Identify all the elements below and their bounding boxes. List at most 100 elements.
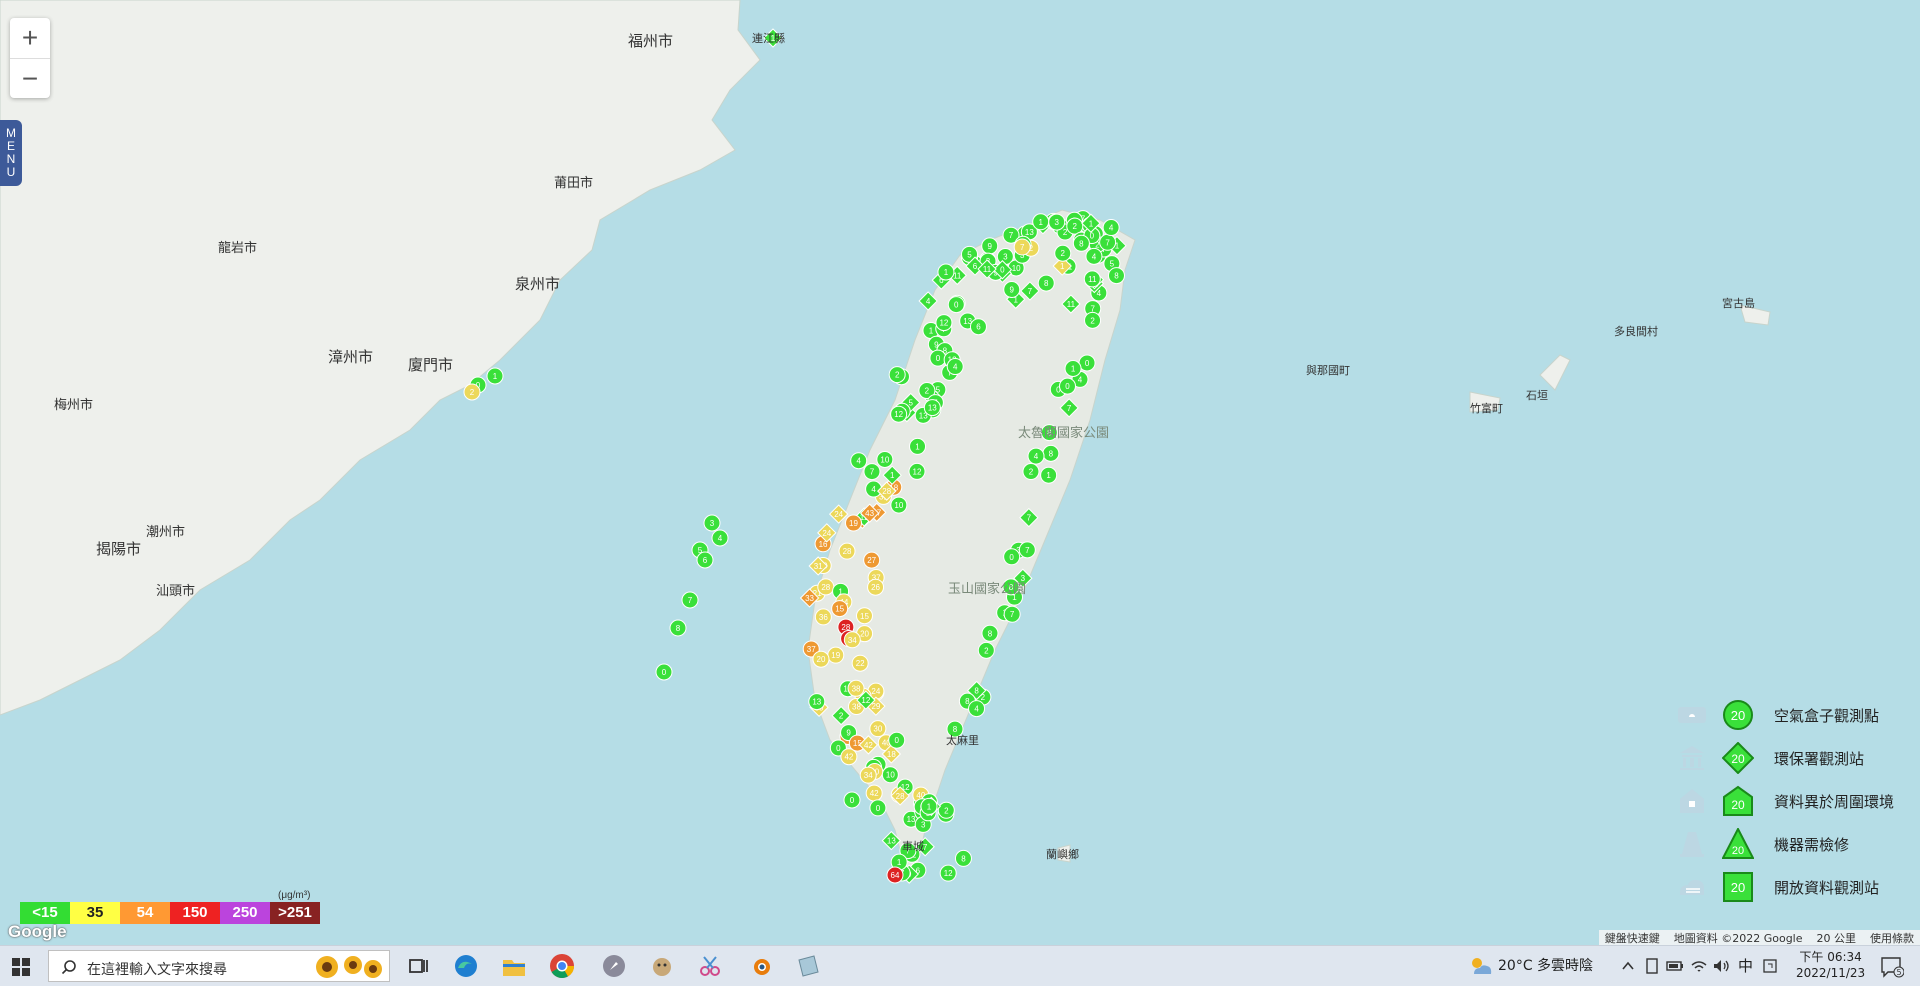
sensor-value: 6 xyxy=(703,556,708,565)
sensor-value: 8 xyxy=(961,854,966,863)
animal-app-icon[interactable] xyxy=(648,952,676,980)
sensor-value: 0 xyxy=(1009,553,1014,562)
menu-label: MENU xyxy=(6,126,16,179)
sensor-value: 64 xyxy=(891,871,900,880)
sensor-value: 0 xyxy=(662,668,667,677)
speaker-icon[interactable] xyxy=(1712,957,1730,975)
sensor-value: 3 xyxy=(1054,218,1059,227)
svg-text:5: 5 xyxy=(1896,968,1901,977)
sensor-value: 2 xyxy=(895,371,900,380)
paper-app-icon[interactable] xyxy=(794,952,822,980)
sensor-value: 20 xyxy=(860,630,869,639)
sensor-value: 4 xyxy=(718,534,723,543)
city-label-xiamen: 廈門市 xyxy=(408,356,454,374)
scale-level-5: >251 xyxy=(270,902,320,924)
zoom-in-button[interactable]: + xyxy=(10,18,50,59)
sensor-value: 12 xyxy=(913,467,922,476)
edge-browser-icon[interactable] xyxy=(452,952,480,980)
sensor-value: 13 xyxy=(928,404,937,413)
clock[interactable]: 下午 06:34 2022/11/23 xyxy=(1796,949,1865,981)
scale-unit: (μg/m³) xyxy=(278,890,311,901)
map-area[interactable]: 3817135132128396310105368390116111013147… xyxy=(0,0,1920,945)
sensor-value: 4 xyxy=(974,705,979,714)
legend-square-marker: 20 xyxy=(1723,872,1753,902)
sensor-value: 0 xyxy=(936,354,941,363)
sensor-value: 7 xyxy=(1020,243,1025,252)
sensor-value: 38 xyxy=(852,684,861,693)
sensor-value: 18 xyxy=(887,750,896,759)
battery-icon[interactable] xyxy=(1666,958,1684,974)
weather-cloud-icon[interactable] xyxy=(1468,954,1494,978)
city-label-fuzhou: 福州市 xyxy=(628,32,674,50)
sensor-value: 13 xyxy=(812,698,821,707)
sensor-value: 7 xyxy=(1105,238,1110,247)
park-label-yushan: 玉山國家公園 xyxy=(948,582,1027,597)
input-mode-icon[interactable] xyxy=(1762,958,1778,974)
sensor-value: 1 xyxy=(1089,219,1094,228)
scale-level-1: 35 xyxy=(70,902,120,924)
sensor-value: 2 xyxy=(470,388,475,397)
ime-indicator[interactable]: 中 xyxy=(1738,946,1753,986)
sensor-value: 4 xyxy=(1034,452,1039,461)
sensor-value: 11 xyxy=(983,265,992,274)
sensor-value: 8 xyxy=(1114,272,1119,281)
search-placeholder: 在這裡輸入文字來搜尋 xyxy=(87,962,227,978)
terms-link[interactable]: 使用條款 xyxy=(1870,930,1914,946)
sensor-value: 0 xyxy=(954,301,959,310)
chevron-up-icon[interactable] xyxy=(1620,958,1636,974)
city-label-lanyu: 蘭嶼鄉 xyxy=(1046,848,1079,861)
sensor-value: 30 xyxy=(873,725,882,734)
sensor-value: 36 xyxy=(819,613,828,622)
sensor-value: 0 xyxy=(836,744,841,753)
search-icon xyxy=(61,960,76,975)
city-label-taimali: 太麻里 xyxy=(946,734,979,747)
sensor-value: 28 xyxy=(896,792,905,801)
sensor-value: 1 xyxy=(1060,262,1065,271)
map-canvas[interactable]: 3817135132128396310105368390116111013147… xyxy=(0,0,1920,945)
wifi-icon[interactable] xyxy=(1690,957,1708,975)
city-label-jieyang: 揭陽市 xyxy=(96,540,142,558)
sensor-value: 2 xyxy=(1061,249,1066,258)
task-view-icon[interactable] xyxy=(404,952,432,980)
sensor-value: 2 xyxy=(944,806,949,815)
city-label-longyan: 龍岩市 xyxy=(218,241,258,256)
sensor-value: 3 xyxy=(710,519,715,528)
sensor-value: 0 xyxy=(1085,359,1090,368)
legend-circle-marker: 20 xyxy=(1723,700,1753,730)
map-scale-text[interactable]: 20 公里 xyxy=(1817,930,1857,946)
map-attribution: 鍵盤快速鍵 地圖資料 ©2022 Google 20 公里 使用條款 xyxy=(1598,930,1920,946)
sensor-value: 0 xyxy=(1090,232,1095,241)
chrome-browser-icon[interactable] xyxy=(548,952,576,980)
weather-text[interactable]: 20°C 多雲時陰 xyxy=(1498,946,1593,986)
menu-tab-button[interactable]: MENU xyxy=(0,120,22,186)
sensor-value: 12 xyxy=(861,696,870,705)
notification-icon[interactable]: 5 xyxy=(1880,956,1904,978)
taskbar-search-box[interactable]: 在這裡輸入文字來搜尋 xyxy=(48,950,390,982)
device-icon[interactable] xyxy=(1644,957,1660,975)
snipping-tool-icon[interactable] xyxy=(696,952,724,980)
zoom-control: + − xyxy=(10,18,50,98)
sensor-value: 5 xyxy=(967,250,972,259)
sensor-value: 7 xyxy=(1067,404,1072,413)
file-explorer-icon[interactable] xyxy=(500,952,528,980)
cloud-data-icon xyxy=(1680,879,1704,895)
taskbar: 在這裡輸入文字來搜尋 20°C 多雲時陰 中 下午 06:34 2022/11/… xyxy=(0,945,1920,986)
blender-icon[interactable] xyxy=(746,952,774,980)
sensor-value: 2 xyxy=(1029,468,1034,477)
sensor-value: 3 xyxy=(921,820,926,829)
sensor-value: 15 xyxy=(860,612,869,621)
sensor-value: 42 xyxy=(870,789,879,798)
sensor-value: 7 xyxy=(1027,514,1032,523)
sensor-value: 7 xyxy=(1028,287,1033,296)
sensor-value: 37 xyxy=(807,645,816,654)
keyboard-shortcuts-link[interactable]: 鍵盤快速鍵 xyxy=(1605,930,1660,946)
sensor-value: 19 xyxy=(849,519,858,528)
sensor-value: 1 xyxy=(915,442,920,451)
compass-app-icon[interactable] xyxy=(600,952,628,980)
city-label-lianjiang: 連江縣 xyxy=(752,32,785,45)
sensor-value: 7 xyxy=(1010,610,1015,619)
zoom-out-button[interactable]: − xyxy=(10,59,50,99)
windows-start-icon[interactable] xyxy=(12,958,30,976)
city-label-putian: 莆田市 xyxy=(554,176,594,191)
svg-text:20: 20 xyxy=(1732,845,1744,857)
